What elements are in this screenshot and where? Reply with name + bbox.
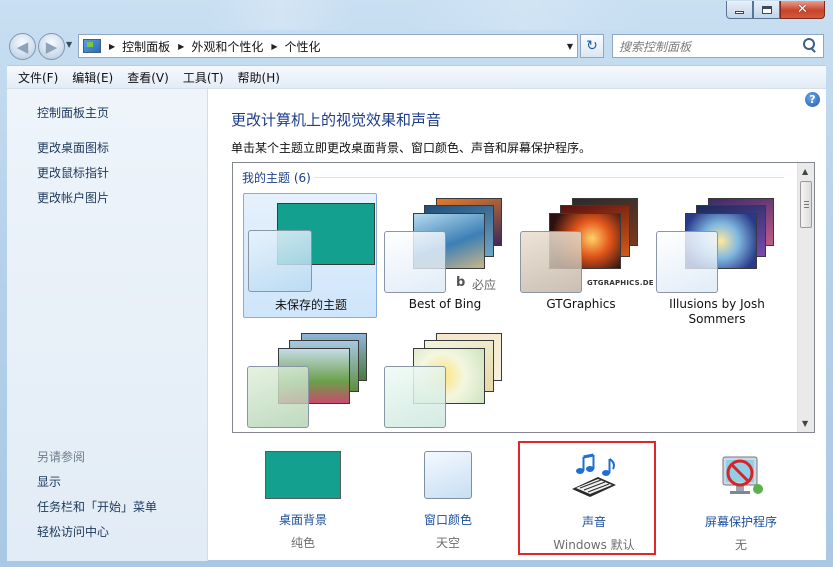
screensaver-link[interactable]: 屏幕保护程序: [671, 513, 811, 530]
page-title: 更改计算机上的视觉效果和声音: [231, 111, 442, 129]
address-history-dropdown-icon[interactable]: ▼: [567, 42, 573, 51]
theme-nature[interactable]: [243, 328, 377, 432]
theme-window-color-preview: [384, 231, 446, 293]
tile-window-color[interactable]: 窗口颜色 天空: [378, 451, 518, 551]
window-frame: ✕ ◀ ▶ ▼ ▶ 控制面板 ▶ 外观和个性化 ▶ 个性化 ▼ ↻ 搜索控制面板…: [0, 0, 833, 567]
scrollbar-thumb[interactable]: [800, 181, 812, 228]
theme-list[interactable]: 我的主题 (6) 未保存的主题 b 必应 Best of Bing GTGRAP…: [232, 162, 815, 433]
theme-gtgraphics[interactable]: GTGRAPHICS.DE GTGraphics: [514, 193, 654, 318]
desktop-background-link[interactable]: 桌面背景: [233, 511, 373, 528]
theme-unsaved[interactable]: 未保存的主题: [243, 193, 377, 318]
bing-logo-icon: b: [456, 275, 466, 290]
close-button[interactable]: ✕: [780, 1, 825, 19]
search-box[interactable]: 搜索控制面板: [612, 34, 824, 58]
see-also-heading: 另请参阅: [37, 450, 86, 464]
sidebar-link-account-picture[interactable]: 更改帐户图片: [37, 189, 109, 206]
menu-edit[interactable]: 编辑(E): [72, 69, 113, 86]
screensaver-value: 无: [734, 538, 747, 552]
scrollbar-grip: [804, 201, 809, 202]
caption-buttons: ✕: [726, 1, 825, 19]
window-color-link[interactable]: 窗口颜色: [378, 511, 518, 528]
breadcrumb-chevron-icon[interactable]: ▶: [271, 42, 277, 51]
maximize-button[interactable]: [753, 1, 780, 19]
window-color-icon: [424, 451, 472, 499]
navigation-bar: ◀ ▶ ▼ ▶ 控制面板 ▶ 外观和个性化 ▶ 个性化 ▼ ↻ 搜索控制面板: [0, 30, 833, 63]
group-divider: [314, 177, 784, 178]
breadcrumb-appearance[interactable]: 外观和个性化: [191, 38, 263, 55]
theme-name: GTGraphics: [546, 297, 616, 311]
screensaver-icon: [722, 456, 763, 494]
scroll-down-arrow-icon[interactable]: ▼: [802, 419, 808, 428]
control-panel-icon: [83, 39, 101, 53]
address-bar[interactable]: ▶ 控制面板 ▶ 外观和个性化 ▶ 个性化 ▼: [78, 34, 578, 58]
window-color-value: 天空: [435, 536, 460, 550]
main-panel: ? 更改计算机上的视觉效果和声音 单击某个主题立即更改桌面背景、窗口颜色、声音和…: [208, 89, 826, 561]
page-description: 单击某个主题立即更改桌面背景、窗口颜色、声音和屏幕保护程序。: [231, 141, 592, 155]
theme-pastel[interactable]: [378, 328, 512, 432]
breadcrumb-control-panel[interactable]: 控制面板: [122, 38, 170, 55]
scrollbar-grip: [804, 207, 809, 208]
forward-button[interactable]: ▶: [38, 33, 65, 60]
close-icon: ✕: [797, 2, 808, 17]
minimize-button[interactable]: [726, 1, 753, 19]
forward-arrow-icon: ▶: [45, 37, 58, 56]
help-icon[interactable]: ?: [805, 92, 820, 107]
minimize-icon: [735, 10, 744, 14]
client-area: 控制面板主页 更改桌面图标 更改鼠标指针 更改帐户图片 另请参阅 显示 任务栏和…: [7, 88, 826, 561]
theme-name: Illusions by Josh Sommers: [669, 297, 765, 326]
sound-highlight-box: [518, 441, 656, 555]
theme-window-color-preview: [520, 231, 582, 293]
theme-best-of-bing[interactable]: b 必应 Best of Bing: [378, 193, 512, 318]
theme-name: 未保存的主题: [274, 298, 347, 312]
see-also-ease-of-access[interactable]: 轻松访问中心: [37, 523, 109, 540]
menu-tools[interactable]: 工具(T): [183, 69, 224, 86]
theme-name: Best of Bing: [408, 297, 482, 311]
theme-window-color-preview: [384, 366, 446, 428]
theme-group-label: 我的主题 (6): [242, 171, 311, 185]
refresh-icon: ↻: [586, 38, 598, 54]
desktop-background-value: 纯色: [290, 536, 315, 550]
task-sidebar: 控制面板主页 更改桌面图标 更改鼠标指针 更改帐户图片 另请参阅 显示 任务栏和…: [7, 89, 208, 561]
refresh-button[interactable]: ↻: [580, 34, 604, 58]
tile-screensaver[interactable]: 屏幕保护程序 无: [671, 451, 811, 553]
see-also-taskbar[interactable]: 任务栏和「开始」菜单: [37, 498, 157, 515]
breadcrumb-chevron-icon[interactable]: ▶: [178, 42, 184, 51]
recent-pages-dropdown[interactable]: ▼: [66, 40, 72, 49]
menu-file[interactable]: 文件(F): [18, 69, 58, 86]
titlebar-glass-reflection: [410, 0, 640, 30]
theme-window-color-preview: [248, 230, 312, 292]
back-arrow-icon: ◀: [16, 37, 29, 56]
desktop-background-icon: [265, 451, 341, 499]
sidebar-link-desktop-icons[interactable]: 更改桌面图标: [37, 139, 109, 156]
see-also-display[interactable]: 显示: [37, 473, 61, 490]
theme-window-color-preview: [656, 231, 718, 293]
gtgraphics-logo: GTGRAPHICS.DE: [587, 279, 654, 287]
search-icon[interactable]: [801, 37, 819, 55]
back-button[interactable]: ◀: [9, 33, 36, 60]
sidebar-link-mouse-pointers[interactable]: 更改鼠标指针: [37, 164, 109, 181]
tile-desktop-background[interactable]: 桌面背景 纯色: [233, 451, 373, 551]
scrollbar-grip: [804, 204, 809, 205]
titlebar-glass-reflection: [210, 0, 350, 30]
sidebar-link-control-panel-home[interactable]: 控制面板主页: [37, 104, 109, 121]
menu-bar: 文件(F) 编辑(E) 查看(V) 工具(T) 帮助(H): [7, 65, 826, 88]
breadcrumb-chevron-icon[interactable]: ▶: [109, 42, 115, 51]
menu-help[interactable]: 帮助(H): [238, 69, 280, 86]
search-input[interactable]: 搜索控制面板: [619, 38, 801, 55]
breadcrumb-personalization[interactable]: 个性化: [285, 38, 321, 55]
theme-window-color-preview: [247, 366, 309, 428]
theme-illusions[interactable]: Illusions by Josh Sommers: [650, 193, 784, 326]
maximize-icon: [761, 5, 772, 14]
scroll-up-arrow-icon[interactable]: ▲: [802, 167, 808, 176]
theme-list-scrollbar[interactable]: ▲ ▼: [797, 163, 814, 432]
menu-view[interactable]: 查看(V): [127, 69, 169, 86]
bing-logo-text: 必应: [472, 278, 497, 292]
